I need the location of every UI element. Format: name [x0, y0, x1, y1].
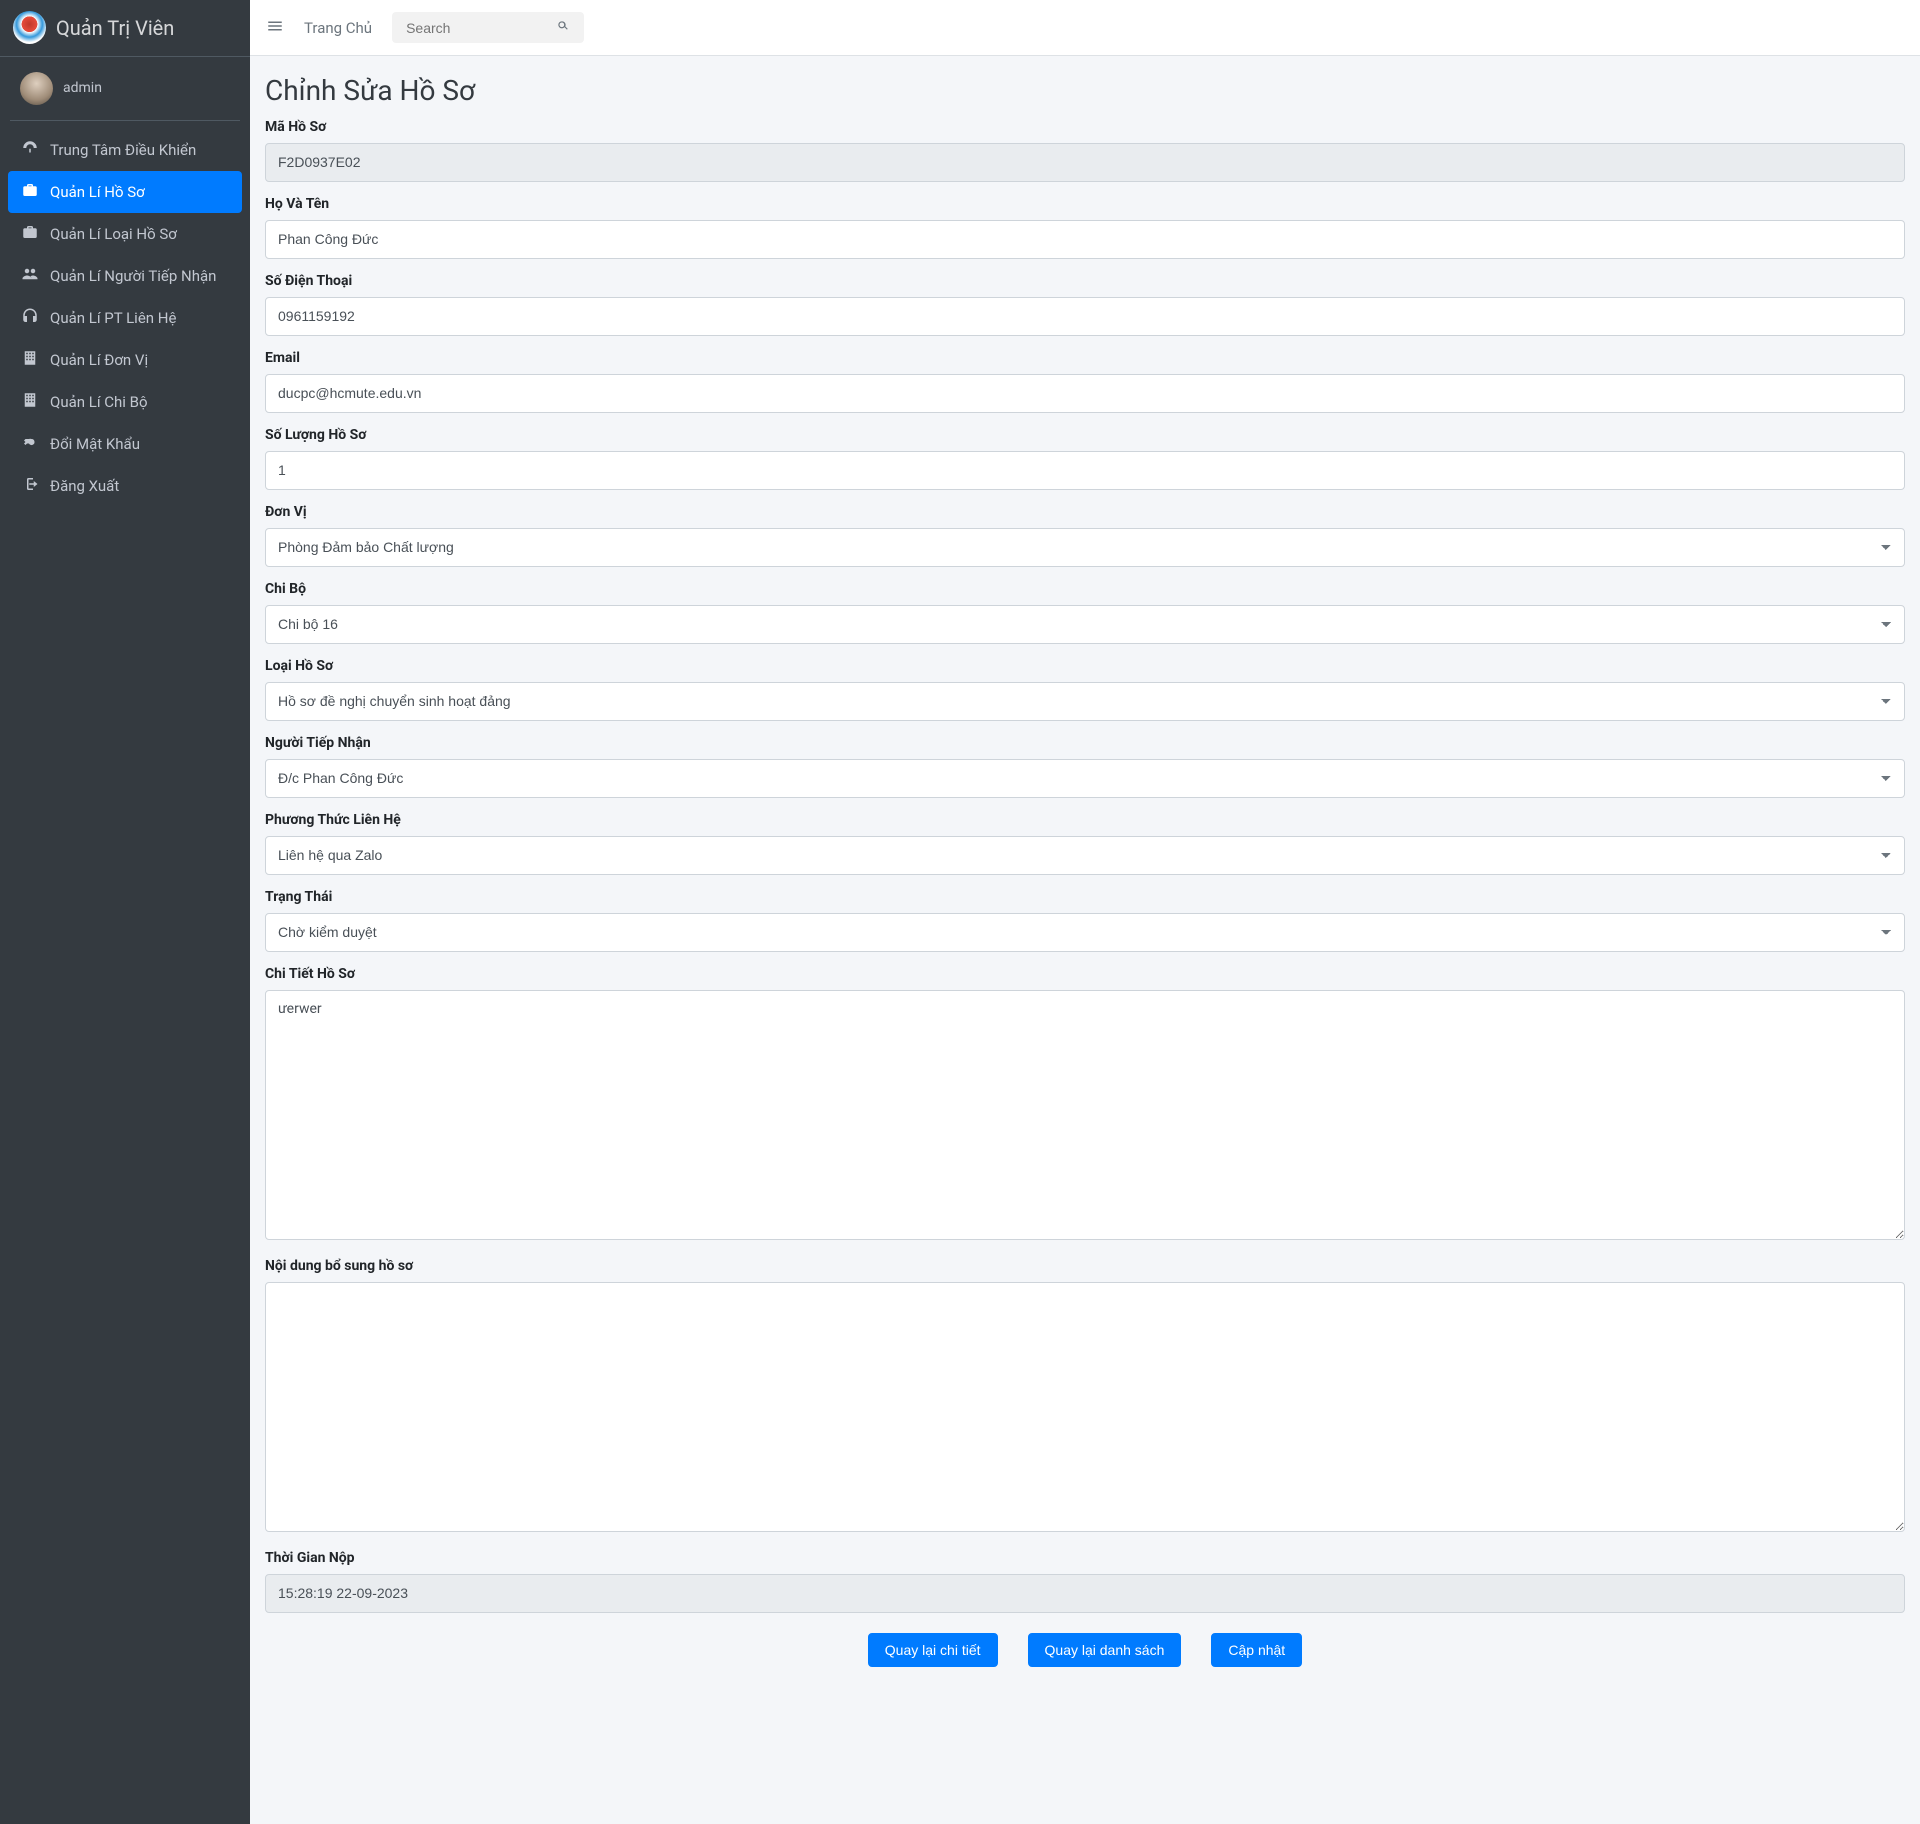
sidebar-item-ho-so[interactable]: Quản Lí Hồ Sơ	[8, 171, 242, 213]
sidebar-item-label: Quản Lí Hồ Sơ	[50, 183, 145, 201]
sidebar-item-dashboard[interactable]: Trung Tâm Điều Khiển	[8, 129, 242, 171]
headset-icon	[20, 307, 40, 329]
main-content: Chỉnh Sửa Hồ Sơ Mã Hồ Sơ Họ Và Tên Số Đi…	[250, 0, 1920, 1697]
home-link[interactable]: Trang Chủ	[304, 19, 372, 37]
label-nguoi-tiep-nhan: Người Tiếp Nhận	[265, 735, 1905, 751]
input-thoi-gian-nop	[265, 1574, 1905, 1613]
label-thoi-gian-nop: Thời Gian Nộp	[265, 1550, 1905, 1566]
input-so-dien-thoai[interactable]	[265, 297, 1905, 336]
textarea-noi-dung-bo-sung[interactable]	[265, 1282, 1905, 1532]
page-title: Chỉnh Sửa Hồ Sơ	[265, 74, 1905, 107]
label-trang-thai: Trạng Thái	[265, 889, 1905, 905]
dashboard-icon	[20, 139, 40, 161]
hamburger-icon[interactable]	[266, 17, 284, 39]
sidebar-item-label: Đăng Xuất	[50, 477, 119, 495]
label-noi-dung-bo-sung: Nội dung bổ sung hồ sơ	[265, 1258, 1905, 1274]
avatar-icon	[20, 72, 53, 105]
back-list-button[interactable]: Quay lại danh sách	[1028, 1633, 1182, 1667]
sidebar-item-pt-lien-he[interactable]: Quản Lí PT Liên Hệ	[8, 297, 242, 339]
update-button[interactable]: Cập nhật	[1211, 1633, 1302, 1667]
briefcase-icon	[20, 181, 40, 203]
sidebar-nav: Trung Tâm Điều Khiển Quản Lí Hồ Sơ Quản …	[0, 121, 250, 515]
sidebar-item-loai-ho-so[interactable]: Quản Lí Loại Hồ Sơ	[8, 213, 242, 255]
search-icon	[556, 21, 570, 36]
label-chi-bo: Chi Bộ	[265, 581, 1905, 597]
search-input[interactable]	[398, 14, 548, 42]
sidebar-item-chi-bo[interactable]: Quản Lí Chi Bộ	[8, 381, 242, 423]
brand-title: Quản Trị Viên	[56, 16, 174, 40]
label-phuong-thuc-lien-he: Phương Thức Liên Hệ	[265, 812, 1905, 828]
search-wrap	[392, 12, 584, 43]
select-phuong-thuc-lien-he[interactable]: Liên hệ qua Zalo	[265, 836, 1905, 875]
sidebar-item-label: Đổi Mật Khẩu	[50, 435, 140, 453]
input-ho-va-ten[interactable]	[265, 220, 1905, 259]
input-email[interactable]	[265, 374, 1905, 413]
key-icon	[20, 433, 40, 455]
sidebar-item-label: Quản Lí Người Tiếp Nhận	[50, 267, 216, 285]
label-loai-ho-so: Loại Hồ Sơ	[265, 658, 1905, 674]
brand-logo-icon	[13, 11, 46, 44]
input-ma-ho-so	[265, 143, 1905, 182]
button-row: Quay lại chi tiết Quay lại danh sách Cập…	[265, 1633, 1905, 1667]
label-ma-ho-so: Mã Hồ Sơ	[265, 119, 1905, 135]
select-chi-bo[interactable]: Chi bộ 16	[265, 605, 1905, 644]
label-email: Email	[265, 350, 1905, 366]
sidebar-item-label: Trung Tâm Điều Khiển	[50, 141, 196, 159]
select-trang-thai[interactable]: Chờ kiểm duyệt	[265, 913, 1905, 952]
select-don-vi[interactable]: Phòng Đảm bảo Chất lượng	[265, 528, 1905, 567]
building-icon	[20, 349, 40, 371]
sidebar-item-label: Quản Lí Đơn Vị	[50, 351, 148, 369]
sidebar-item-doi-mat-khau[interactable]: Đổi Mật Khẩu	[8, 423, 242, 465]
user-panel[interactable]: admin	[10, 57, 240, 121]
label-don-vi: Đơn Vị	[265, 504, 1905, 520]
input-so-luong[interactable]	[265, 451, 1905, 490]
user-name: admin	[63, 80, 102, 96]
briefcase-icon	[20, 223, 40, 245]
sidebar: Quản Trị Viên admin Trung Tâm Điều Khiển…	[0, 0, 250, 1824]
textarea-chi-tiet[interactable]	[265, 990, 1905, 1240]
sidebar-item-don-vi[interactable]: Quản Lí Đơn Vị	[8, 339, 242, 381]
back-detail-button[interactable]: Quay lại chi tiết	[868, 1633, 998, 1667]
search-button[interactable]	[548, 15, 578, 40]
topbar: Trang Chủ	[250, 0, 1920, 56]
sidebar-item-dang-xuat[interactable]: Đăng Xuất	[8, 465, 242, 507]
label-so-luong: Số Lượng Hồ Sơ	[265, 427, 1905, 443]
building-icon	[20, 391, 40, 413]
sidebar-item-nguoi-tiep-nhan[interactable]: Quản Lí Người Tiếp Nhận	[8, 255, 242, 297]
sidebar-item-label: Quản Lí Chi Bộ	[50, 393, 148, 411]
label-chi-tiet: Chi Tiết Hồ Sơ	[265, 966, 1905, 982]
label-so-dien-thoai: Số Điện Thoại	[265, 273, 1905, 289]
label-ho-va-ten: Họ Và Tên	[265, 196, 1905, 212]
signout-icon	[20, 475, 40, 497]
select-loai-ho-so[interactable]: Hồ sơ đề nghị chuyển sinh hoạt đảng	[265, 682, 1905, 721]
brand[interactable]: Quản Trị Viên	[0, 0, 250, 57]
sidebar-item-label: Quản Lí PT Liên Hệ	[50, 309, 176, 327]
users-icon	[20, 265, 40, 287]
select-nguoi-tiep-nhan[interactable]: Đ/c Phan Công Đức	[265, 759, 1905, 798]
sidebar-item-label: Quản Lí Loại Hồ Sơ	[50, 225, 177, 243]
